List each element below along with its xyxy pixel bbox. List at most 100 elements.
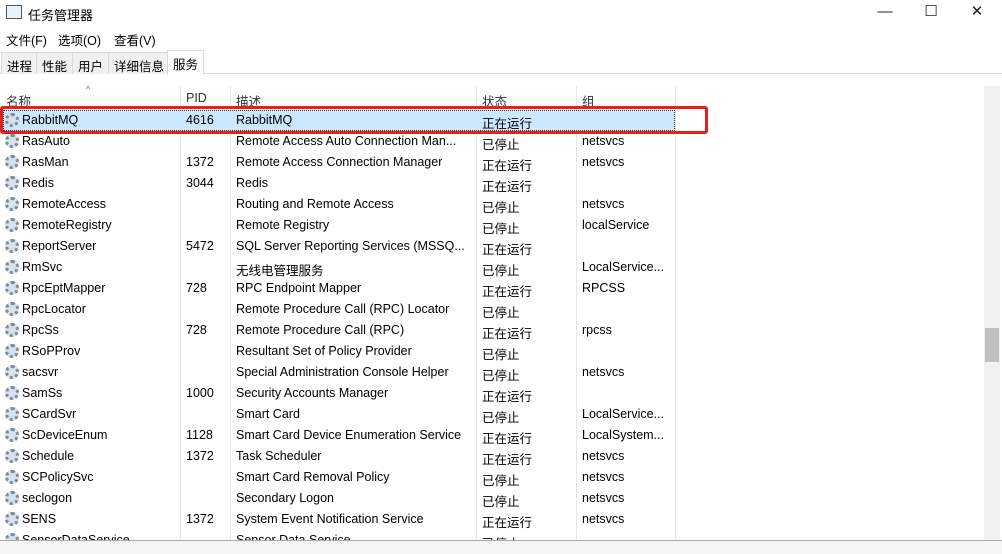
service-name: RSoPProv (22, 344, 81, 358)
service-group: localService (582, 218, 650, 232)
table-row[interactable]: SCardSvr Smart Card 已停止 LocalService... (0, 404, 984, 425)
service-pid: 1128 (186, 428, 213, 442)
table-row[interactable]: SCPolicySvc Smart Card Removal Policy 已停止 n… (0, 467, 984, 488)
service-gear-icon (5, 512, 19, 526)
service-description: Remote Access Connection Manager (236, 155, 443, 169)
service-pid: 3044 (186, 176, 214, 190)
service-pid: 728 (186, 323, 207, 337)
tab-services[interactable]: 服务 (167, 50, 205, 75)
service-name: sacsvr (22, 365, 59, 379)
service-name: SENS (22, 512, 57, 526)
service-group: netsvcs (582, 470, 625, 484)
scrollbar-thumb[interactable] (985, 328, 999, 362)
service-gear-icon (5, 533, 19, 540)
service-gear-icon (5, 218, 19, 232)
service-group: LocalService... (582, 407, 664, 421)
service-name: seclogon (22, 491, 73, 505)
highlight-annotation-box (0, 106, 708, 134)
table-row[interactable]: RemoteAccess Routing and Remote Access 已停止… (0, 194, 984, 215)
service-gear-icon (5, 260, 19, 274)
service-status: 已停止 (482, 474, 520, 488)
header-pid[interactable]: PID (186, 91, 207, 105)
service-group: netsvcs (582, 512, 625, 526)
service-gear-icon (5, 449, 19, 463)
services-table: 名称 PID 描述 状态 组 RabbitMQ 4616 RabbitMQ 正在运行 R… (0, 86, 984, 540)
minimize-button[interactable]: — (862, 0, 908, 26)
table-row[interactable]: Redis 3044 Redis 正在运行 (0, 173, 984, 194)
service-pid: 728 (186, 281, 207, 295)
table-row[interactable]: seclogon Secondary Logon 已停止 netsvcs (0, 488, 984, 509)
service-group: netsvcs (582, 197, 625, 211)
table-row[interactable]: ReportServer 5472 SQL Server Reporting Ser… (0, 236, 984, 257)
table-row[interactable]: RpcSs 728 Remote Procedure Call (RPC) 正在运行 r… (0, 320, 984, 341)
service-description: Sensor Data Service (236, 533, 351, 540)
service-group: LocalSystem... (582, 428, 664, 442)
service-gear-icon (5, 407, 19, 421)
service-name: RemoteRegistry (22, 218, 112, 232)
window-title: 任务管理器 (28, 8, 94, 23)
service-pid: 5472 (186, 239, 214, 253)
table-row[interactable]: SensorDataService Sensor Data Service 已停止 (0, 530, 984, 540)
service-name: RasMan (22, 155, 69, 169)
table-row[interactable]: RemoteRegistry Remote Registry 已停止 localSer… (0, 215, 984, 236)
service-name: Schedule (22, 449, 75, 463)
service-description: Smart Card Device Enumeration Service (236, 428, 462, 442)
footer-bar (0, 540, 1002, 554)
table-row[interactable]: ScDeviceEnum 1128 Smart Card Device Enumer… (0, 425, 984, 446)
service-gear-icon (5, 302, 19, 316)
service-status: 正在运行 (482, 243, 533, 257)
maximize-button[interactable]: ☐ (908, 0, 954, 26)
service-name: SamSs (22, 386, 63, 400)
vertical-scrollbar[interactable] (984, 86, 1000, 540)
service-group: LocalService... (582, 260, 664, 274)
table-row[interactable]: sacsvr Special Administration Console Hel… (0, 362, 984, 383)
service-gear-icon (5, 134, 19, 148)
service-description: Remote Procedure Call (RPC) Locator (236, 302, 450, 316)
service-pid: 1372 (186, 449, 214, 463)
table-row[interactable]: RasAuto Remote Access Auto Connection Man… (0, 131, 984, 152)
service-pid: 1000 (186, 386, 214, 400)
service-gear-icon (5, 239, 19, 253)
menu-file[interactable]: 文件(F) (6, 30, 47, 49)
tab-details[interactable]: 详细信息 (108, 52, 171, 74)
table-row[interactable]: RmSvc 无线电管理服务 已停止 LocalService... (0, 257, 984, 278)
service-description: Security Accounts Manager (236, 386, 389, 400)
service-group: RPCSS (582, 281, 626, 295)
tab-processes[interactable]: 进程 (1, 52, 39, 74)
menu-options[interactable]: 选项(O) (58, 30, 101, 49)
table-row[interactable]: SamSs 1000 Security Accounts Manager 正在运行 (0, 383, 984, 404)
service-gear-icon (5, 281, 19, 295)
table-row[interactable]: RSoPProv Resultant Set of Policy Provider… (0, 341, 984, 362)
service-description: Remote Access Auto Connection Man... (236, 134, 457, 148)
service-gear-icon (5, 491, 19, 505)
service-status: 已停止 (482, 138, 520, 152)
service-group: netsvcs (582, 365, 625, 379)
service-name: SCardSvr (22, 407, 77, 421)
service-pid: 1372 (186, 512, 214, 526)
table-row[interactable]: RpcEptMapper 728 RPC Endpoint Mapper 正在运行 RP… (0, 278, 984, 299)
table-row[interactable]: RpcLocator Remote Procedure Call (RPC) Lo… (0, 299, 984, 320)
service-status: 已停止 (482, 495, 520, 509)
menu-view[interactable]: 查看(V) (114, 30, 156, 49)
service-gear-icon (5, 428, 19, 442)
close-button[interactable]: ✕ (954, 0, 1000, 26)
service-name: RpcSs (22, 323, 59, 337)
service-status: 正在运行 (482, 432, 533, 446)
service-description: Resultant Set of Policy Provider (236, 344, 412, 358)
table-row[interactable]: RasMan 1372 Remote Access Connection Manag… (0, 152, 984, 173)
tab-performance[interactable]: 性能 (36, 52, 74, 74)
service-status: 正在运行 (482, 285, 533, 299)
service-status: 已停止 (482, 348, 520, 362)
title-bar: 任务管理器 — ☐ ✕ (0, 0, 1002, 26)
service-status: 已停止 (482, 264, 520, 278)
service-status: 已停止 (482, 411, 520, 425)
service-status: 正在运行 (482, 159, 533, 173)
service-status: 已停止 (482, 222, 520, 236)
service-gear-icon (5, 197, 19, 211)
table-row[interactable]: SENS 1372 System Event Notification Servic… (0, 509, 984, 530)
table-row[interactable]: Schedule 1372 Task Scheduler 正在运行 netsvcs (0, 446, 984, 467)
service-status: 已停止 (482, 201, 520, 215)
tab-users[interactable]: 用户 (72, 52, 110, 74)
service-status: 已停止 (482, 369, 520, 383)
service-status: 已停止 (482, 306, 520, 320)
